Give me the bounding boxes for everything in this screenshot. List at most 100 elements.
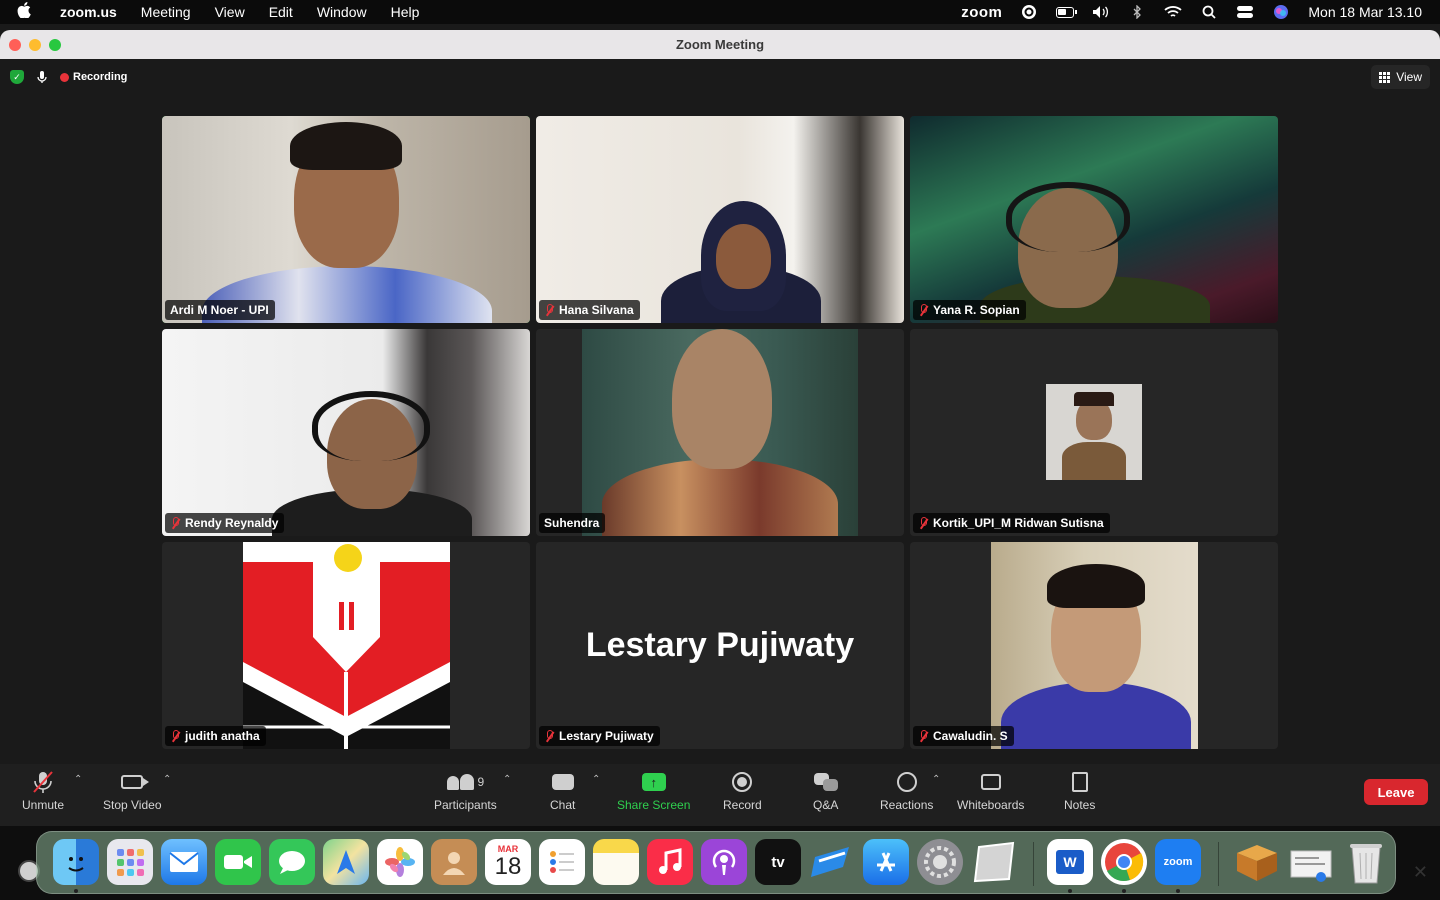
participant-name-tag: Yana R. Sopian <box>913 300 1026 320</box>
video-tile[interactable]: Rendy Reynaldy <box>162 329 530 536</box>
video-tile[interactable]: Cawaludin. S <box>910 542 1278 749</box>
stop-video-button[interactable]: Stop Video <box>103 770 162 812</box>
apple-icon[interactable] <box>0 2 48 22</box>
recording-indicator[interactable]: Recording <box>60 71 127 83</box>
podcasts-icon[interactable] <box>701 839 747 885</box>
participant-video <box>162 116 530 323</box>
encryption-shield-icon[interactable]: ✓ <box>10 70 24 84</box>
window-close-button[interactable] <box>9 39 21 51</box>
window-title: Zoom Meeting <box>675 37 765 52</box>
app-store-icon[interactable] <box>863 839 909 885</box>
participant-name: Yana R. Sopian <box>933 303 1020 317</box>
participant-name: Ardi M Noer - UPI <box>170 303 269 317</box>
bluetooth-icon[interactable] <box>1128 5 1146 19</box>
video-tile[interactable]: Suhendra <box>536 329 904 536</box>
participant-video <box>536 116 904 323</box>
music-icon[interactable] <box>647 839 693 885</box>
preview-app-icon[interactable] <box>971 839 1017 885</box>
menu-help[interactable]: Help <box>379 4 432 20</box>
menu-meeting[interactable]: Meeting <box>129 4 203 20</box>
grammarly-icon[interactable] <box>1020 5 1038 19</box>
audio-options-chevron-icon[interactable]: ⌃ <box>74 774 82 785</box>
video-tile[interactable]: Yana R. Sopian <box>910 116 1278 323</box>
messages-icon[interactable] <box>269 839 315 885</box>
control-center-icon[interactable] <box>1236 5 1254 19</box>
notes-app-icon[interactable] <box>593 839 639 885</box>
participant-name: Kortik_UPI_M Ridwan Sutisna <box>933 516 1104 530</box>
share-screen-icon: ↑ <box>641 770 666 794</box>
spotlight-search-icon[interactable] <box>1200 5 1218 19</box>
menu-edit[interactable]: Edit <box>257 4 305 20</box>
siri-icon[interactable] <box>1272 5 1290 19</box>
notes-icon <box>1071 770 1088 794</box>
photos-icon[interactable] <box>377 839 423 885</box>
wifi-icon[interactable] <box>1164 5 1182 19</box>
share-screen-label: Share Screen <box>617 798 691 812</box>
chat-button[interactable]: Chat <box>550 770 575 812</box>
facetime-icon[interactable] <box>215 839 261 885</box>
video-tile[interactable]: Kortik_UPI_M Ridwan Sutisna <box>910 329 1278 536</box>
word-label: W <box>1056 850 1084 874</box>
view-label: View <box>1396 70 1422 84</box>
close-icon[interactable]: ✕ <box>1413 862 1428 883</box>
participant-name-tag: Kortik_UPI_M Ridwan Sutisna <box>913 513 1110 533</box>
zoom-meeting-window: Zoom Meeting ✓ Recording View Ardi M Noe… <box>0 30 1440 826</box>
record-button[interactable]: Record <box>723 770 762 812</box>
app-icon-blue[interactable] <box>809 839 855 885</box>
audio-status-icon[interactable] <box>36 70 50 84</box>
qa-button[interactable]: Q&A <box>813 770 838 812</box>
system-settings-icon[interactable] <box>917 839 963 885</box>
video-tile[interactable]: Lestary Pujiwaty Lestary Pujiwaty <box>536 542 904 749</box>
volume-icon[interactable] <box>1092 5 1110 19</box>
menu-bar: zoom.us Meeting View Edit Window Help zo… <box>0 0 1440 24</box>
battery-icon[interactable] <box>1056 5 1078 19</box>
window-fullscreen-button[interactable] <box>49 39 61 51</box>
downloads-folder-icon[interactable] <box>1233 839 1279 885</box>
share-screen-button[interactable]: ↑ Share Screen <box>617 770 690 812</box>
contacts-icon[interactable] <box>431 839 477 885</box>
microsoft-word-icon[interactable]: W <box>1047 839 1093 885</box>
whiteboards-button[interactable]: Whiteboards <box>957 770 1024 812</box>
chat-options-chevron-icon[interactable]: ⌃ <box>592 774 600 785</box>
notes-button[interactable]: Notes <box>1064 770 1095 812</box>
muted-mic-icon <box>170 730 180 742</box>
zoom-app-icon[interactable]: zoom <box>1155 839 1201 885</box>
notes-label: Notes <box>1064 798 1096 812</box>
muted-mic-icon <box>918 304 928 316</box>
unmute-button[interactable]: Unmute <box>22 770 64 812</box>
menubar-clock[interactable]: Mon 18 Mar 13.10 <box>1308 4 1422 20</box>
chrome-icon[interactable] <box>1101 839 1147 885</box>
mail-icon[interactable] <box>161 839 207 885</box>
participant-display-name: Lestary Pujiwaty <box>585 626 855 664</box>
muted-mic-icon <box>544 730 554 742</box>
reactions-smiley-icon <box>896 770 917 794</box>
participants-options-chevron-icon[interactable]: ⌃ <box>503 774 511 785</box>
launchpad-icon[interactable] <box>107 839 153 885</box>
zoom-tray-label[interactable]: zoom <box>961 4 1002 21</box>
menu-view[interactable]: View <box>203 4 257 20</box>
view-button[interactable]: View <box>1371 65 1430 89</box>
participants-button[interactable]: 9 Participants <box>434 770 497 812</box>
participant-name: Suhendra <box>544 516 600 530</box>
leave-button[interactable]: Leave <box>1364 779 1428 805</box>
muted-mic-icon <box>918 517 928 529</box>
video-tile[interactable]: Ardi M Noer - UPI <box>162 116 530 323</box>
video-tile[interactable]: judith anatha <box>162 542 530 749</box>
maps-icon[interactable] <box>323 839 369 885</box>
finder-icon[interactable] <box>53 839 99 885</box>
reminders-icon[interactable] <box>539 839 585 885</box>
reactions-button[interactable]: Reactions <box>880 770 933 812</box>
menu-app-name[interactable]: zoom.us <box>48 4 129 20</box>
reactions-options-chevron-icon[interactable]: ⌃ <box>932 774 940 785</box>
documents-stack-icon[interactable] <box>1287 839 1333 885</box>
calendar-icon[interactable]: MAR 18 <box>485 839 531 885</box>
participant-name: Lestary Pujiwaty <box>559 729 654 743</box>
grid-view-icon <box>1379 71 1391 83</box>
menu-window[interactable]: Window <box>305 4 379 20</box>
video-tile[interactable]: Hana Silvana <box>536 116 904 323</box>
video-options-chevron-icon[interactable]: ⌃ <box>163 774 171 785</box>
window-minimize-button[interactable] <box>29 39 41 51</box>
trash-icon[interactable] <box>1343 839 1389 885</box>
participant-video <box>162 329 530 536</box>
apple-tv-icon[interactable]: tv <box>755 839 801 885</box>
